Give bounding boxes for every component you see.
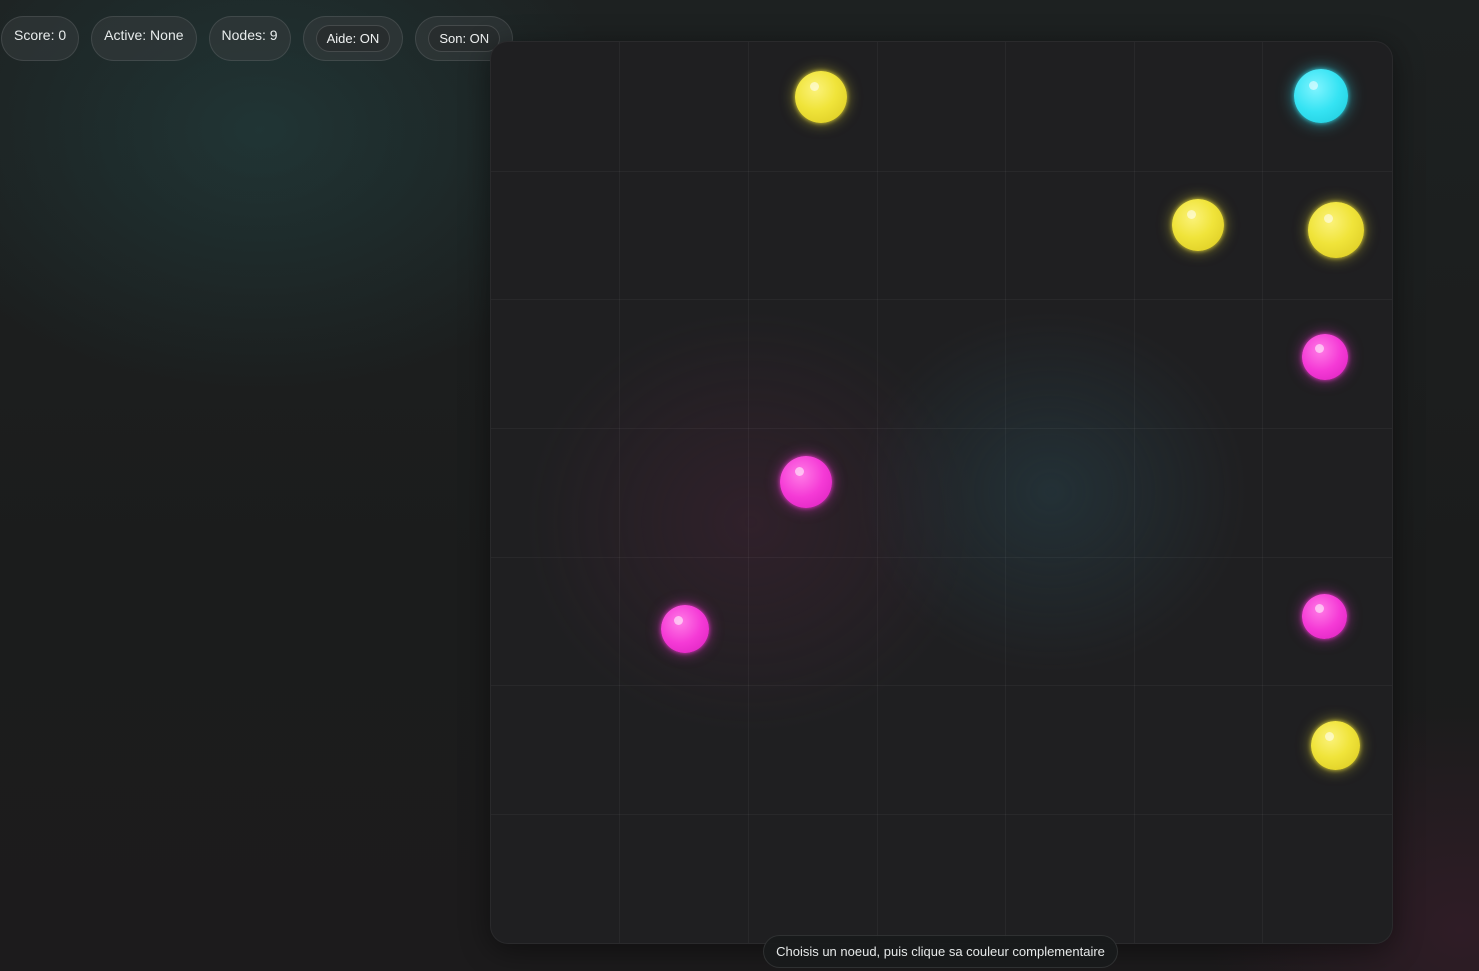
node-yellow[interactable] bbox=[1311, 721, 1360, 770]
nodes-display: Nodes: 9 bbox=[208, 16, 291, 61]
aide-toggle-button[interactable]: Aide: ON bbox=[315, 25, 391, 52]
node-yellow[interactable] bbox=[1172, 199, 1224, 251]
son-toggle-button[interactable]: Son: ON bbox=[428, 25, 501, 52]
nodes-label: Nodes: 9 bbox=[221, 26, 278, 43]
grid-line bbox=[491, 685, 1392, 686]
grid-line bbox=[491, 557, 1392, 558]
node-magenta[interactable] bbox=[780, 456, 832, 508]
grid-line bbox=[491, 299, 1392, 300]
grid-line bbox=[748, 42, 749, 943]
active-label: Active: None bbox=[104, 26, 184, 43]
grid-line bbox=[1005, 42, 1006, 943]
grid-line bbox=[619, 42, 620, 943]
grid-line bbox=[1262, 42, 1263, 943]
score-label: Score: 0 bbox=[14, 26, 67, 43]
node-cyan[interactable] bbox=[1294, 69, 1348, 123]
grid-line bbox=[1134, 42, 1135, 943]
grid-line bbox=[877, 42, 878, 943]
grid-line bbox=[491, 171, 1392, 172]
node-magenta[interactable] bbox=[1302, 594, 1347, 639]
active-display: Active: None bbox=[91, 16, 197, 61]
aide-toggle-container: Aide: ON bbox=[302, 16, 404, 61]
node-yellow[interactable] bbox=[1308, 202, 1364, 258]
grid-line bbox=[491, 814, 1392, 815]
hint-text: Choisis un noeud, puis clique sa couleur… bbox=[776, 944, 1105, 959]
game-page: Score: 0 Active: None Nodes: 9 Aide: ON … bbox=[0, 0, 1479, 971]
grid-line bbox=[491, 428, 1392, 429]
hint-message: Choisis un noeud, puis clique sa couleur… bbox=[763, 935, 1118, 968]
node-magenta[interactable] bbox=[661, 605, 709, 653]
game-board[interactable] bbox=[490, 41, 1393, 944]
hud-bar: Score: 0 Active: None Nodes: 9 Aide: ON … bbox=[1, 16, 514, 61]
score-display: Score: 0 bbox=[1, 16, 80, 61]
node-yellow[interactable] bbox=[795, 71, 847, 123]
node-magenta[interactable] bbox=[1302, 334, 1348, 380]
